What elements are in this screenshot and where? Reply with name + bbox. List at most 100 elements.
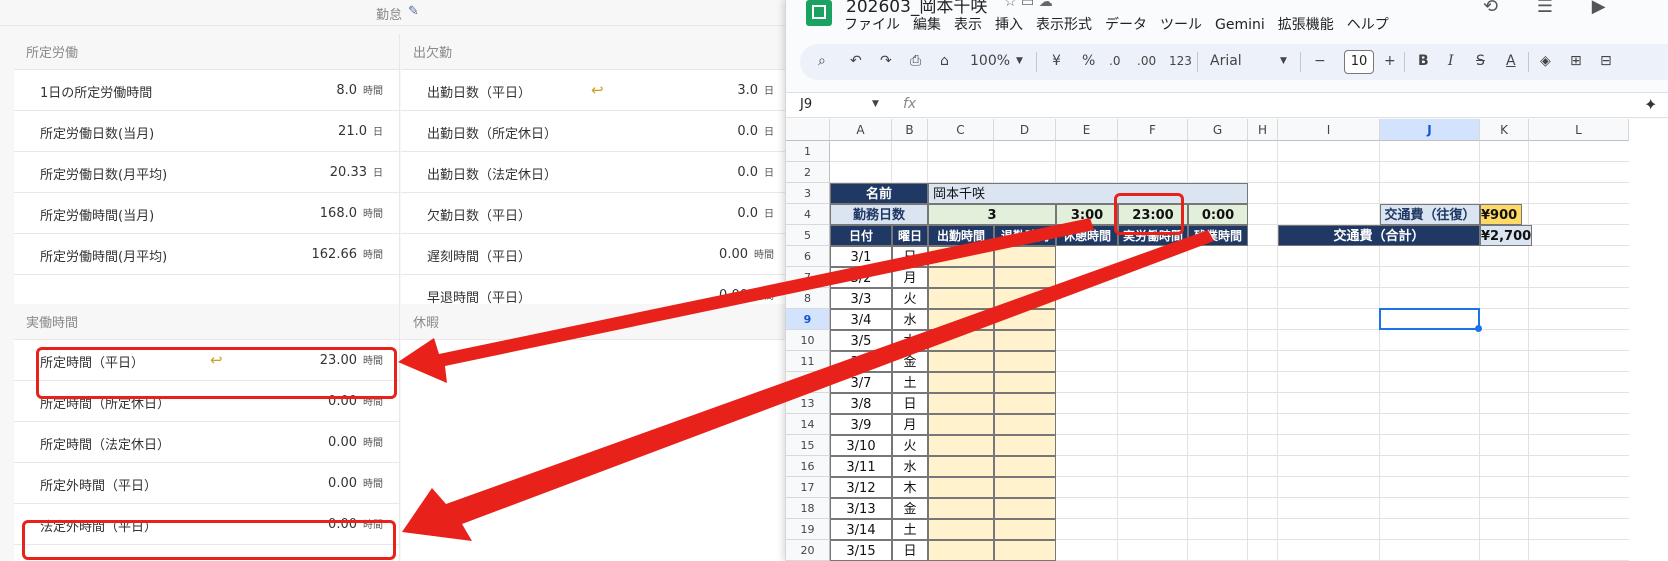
row-header[interactable]: 5 <box>786 225 830 246</box>
cell[interactable]: 月 <box>892 267 928 288</box>
menu-item[interactable]: Gemini <box>1215 17 1265 33</box>
italic-button[interactable]: I <box>1448 53 1454 69</box>
cell[interactable] <box>994 414 1056 435</box>
font-select[interactable]: Arial <box>1210 53 1242 69</box>
cell[interactable] <box>994 393 1056 414</box>
cell[interactable]: 3/1 <box>830 246 892 267</box>
percent-button[interactable]: % <box>1082 53 1095 69</box>
row-header[interactable]: 6 <box>786 246 830 267</box>
cell[interactable] <box>994 309 1056 330</box>
cell[interactable]: 退勤時間 <box>994 225 1056 246</box>
cell[interactable]: 交通費（合計） <box>1278 225 1480 246</box>
cell[interactable]: 3/2 <box>830 267 892 288</box>
cell[interactable] <box>928 372 994 393</box>
row-header[interactable]: 20 <box>786 540 830 561</box>
chevron-down-icon[interactable]: ▼ <box>1016 56 1023 66</box>
cell[interactable]: 土 <box>892 372 928 393</box>
cell[interactable]: 日 <box>892 540 928 561</box>
cell[interactable]: 休憩時間 <box>1056 225 1118 246</box>
fill-handle[interactable] <box>1475 325 1482 332</box>
cell[interactable]: 土 <box>892 519 928 540</box>
redo-icon[interactable]: ↷ <box>880 53 892 69</box>
cell[interactable] <box>928 267 994 288</box>
cell[interactable]: ¥900 <box>1480 204 1523 225</box>
cell[interactable] <box>994 519 1056 540</box>
comments-icon[interactable]: ☰ <box>1537 0 1553 17</box>
merge-cells-icon[interactable]: ⊟ <box>1600 53 1612 69</box>
column-header[interactable]: F <box>1118 119 1188 141</box>
cell[interactable]: 水 <box>892 309 928 330</box>
cell[interactable]: 3/15 <box>830 540 892 561</box>
row-header[interactable]: 13 <box>786 393 830 414</box>
cell[interactable] <box>928 456 994 477</box>
menu-item[interactable]: 表示 <box>954 17 982 33</box>
cell[interactable] <box>994 372 1056 393</box>
row-header[interactable]: 17 <box>786 477 830 498</box>
select-all-corner[interactable] <box>786 119 830 141</box>
menu-item[interactable]: 表示形式 <box>1036 17 1092 33</box>
row-header[interactable]: 7 <box>786 267 830 288</box>
cell[interactable]: 勤務日数 <box>830 204 928 225</box>
cell[interactable]: 3:00 <box>1056 204 1118 225</box>
cell[interactable] <box>994 288 1056 309</box>
cell[interactable] <box>994 540 1056 561</box>
cell[interactable] <box>994 267 1056 288</box>
cell[interactable]: 日 <box>892 246 928 267</box>
cell[interactable]: 月 <box>892 414 928 435</box>
row-header[interactable]: 18 <box>786 498 830 519</box>
cell[interactable]: 交通費（往復） <box>1380 204 1480 225</box>
cell[interactable]: 残業時間 <box>1188 225 1248 246</box>
row-header[interactable]: 3 <box>786 183 830 204</box>
cell[interactable]: ¥2,700 <box>1480 225 1533 246</box>
sheets-logo-icon[interactable] <box>806 0 832 26</box>
cell[interactable] <box>928 246 994 267</box>
cell[interactable]: 3/13 <box>830 498 892 519</box>
row-header[interactable]: 16 <box>786 456 830 477</box>
font-size-increase-icon[interactable]: + <box>1384 53 1396 69</box>
cell[interactable]: 3/9 <box>830 414 892 435</box>
cell[interactable] <box>928 330 994 351</box>
cell[interactable] <box>928 414 994 435</box>
row-header[interactable]: 11 <box>786 351 830 372</box>
fill-color-icon[interactable]: ◈ <box>1540 53 1551 69</box>
increase-decimal-button[interactable]: .00 <box>1137 54 1156 68</box>
cell[interactable] <box>928 477 994 498</box>
move-folder-icon[interactable]: ▭ <box>1021 0 1034 10</box>
cell[interactable]: 火 <box>892 288 928 309</box>
name-box-chevron-icon[interactable]: ▼ <box>872 99 879 109</box>
cell[interactable] <box>928 519 994 540</box>
cell[interactable]: 金 <box>892 351 928 372</box>
cell[interactable] <box>994 330 1056 351</box>
cell[interactable]: 3/4 <box>830 309 892 330</box>
menu-item[interactable]: 挿入 <box>995 17 1023 33</box>
cell[interactable]: 日 <box>892 393 928 414</box>
meet-video-icon[interactable]: ▶ <box>1592 0 1606 17</box>
cell[interactable]: 出勤時間 <box>928 225 994 246</box>
row-header[interactable]: 19 <box>786 519 830 540</box>
cell[interactable]: 3/5 <box>830 330 892 351</box>
column-header[interactable]: D <box>994 119 1056 141</box>
cell[interactable]: 3/3 <box>830 288 892 309</box>
edit-pencil-icon[interactable]: ✎ <box>408 4 419 19</box>
row-header[interactable]: 1 <box>786 141 830 162</box>
menu-item[interactable]: 編集 <box>913 17 941 33</box>
cell[interactable]: 3/8 <box>830 393 892 414</box>
column-header[interactable]: B <box>892 119 928 141</box>
row-header[interactable]: 8 <box>786 288 830 309</box>
cell[interactable] <box>994 246 1056 267</box>
row-header[interactable]: 10 <box>786 330 830 351</box>
cell[interactable]: 岡本千咲 <box>928 183 1248 204</box>
paint-format-icon[interactable]: ⌂ <box>940 53 949 69</box>
column-header[interactable]: K <box>1480 119 1529 141</box>
font-size-decrease-icon[interactable]: − <box>1314 53 1326 69</box>
cell[interactable] <box>928 309 994 330</box>
history-icon[interactable]: ⟲ <box>1483 0 1498 17</box>
menu-item[interactable]: ファイル <box>844 17 900 33</box>
cell[interactable]: 日付 <box>830 225 892 246</box>
bold-button[interactable]: B <box>1418 53 1429 69</box>
cell[interactable] <box>928 288 994 309</box>
selected-cell[interactable] <box>1379 308 1482 332</box>
column-header[interactable]: L <box>1529 119 1629 141</box>
gemini-spark-icon[interactable]: ✦ <box>1644 95 1657 114</box>
column-header[interactable]: C <box>928 119 994 141</box>
